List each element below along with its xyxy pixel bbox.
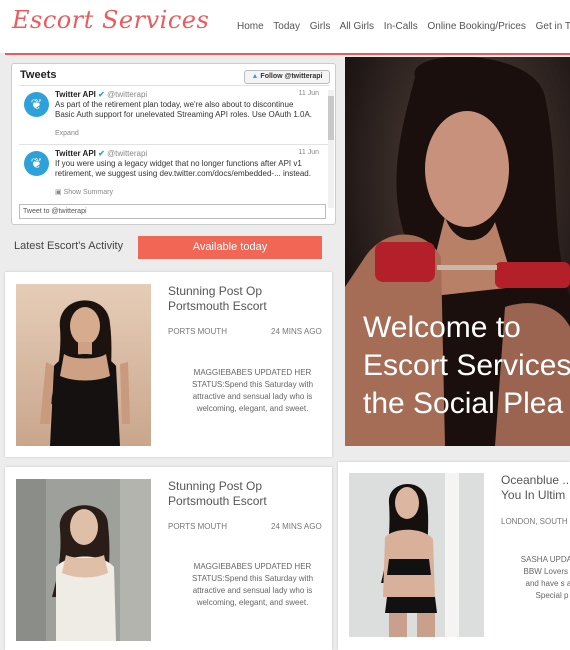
hero-heading: Welcome to Escort Services the Social Pl… [363, 309, 570, 423]
tweet-date[interactable]: 11 Jun [299, 149, 320, 156]
tweets-title: Tweets [20, 69, 57, 81]
card-status: MAGGIEBABES UPDATED HER STATUS:Spend thi… [191, 368, 314, 413]
escort-photo[interactable] [349, 473, 484, 637]
card-location: PORTS MOUTH [168, 327, 227, 336]
nav-get-in-touch[interactable]: Get in Touch [536, 21, 570, 32]
site-logo[interactable]: Escort Services [12, 6, 209, 34]
tweet-text: As part of the retirement plan today, we… [55, 100, 313, 119]
escort-card[interactable]: Oceanblue ... You In Ultim LONDON, SOUTH… [338, 462, 570, 650]
nav-girls[interactable]: Girls [310, 21, 331, 32]
twitter-widget: Tweets ▲ Follow @twitterapi ❦ Twitter AP… [11, 63, 336, 225]
card-location: LONDON, SOUTH [501, 517, 568, 526]
twitter-bird-icon: ▲ [251, 73, 259, 80]
hero-banner[interactable]: Welcome to Escort Services the Social Pl… [345, 57, 570, 446]
hero-line-1: Welcome to [363, 311, 521, 344]
escort-photo[interactable] [16, 479, 151, 641]
hero-line-3: the Social Plea [363, 387, 564, 420]
nav-home[interactable]: Home [237, 21, 264, 32]
twitter-bird-icon: ❦ [24, 92, 49, 117]
tweet-author[interactable]: Twitter API [55, 149, 96, 158]
main-nav: Home Today Girls All Girls In-Calls Onli… [237, 21, 570, 32]
escort-photo[interactable] [16, 284, 151, 446]
card-title[interactable]: Stunning Post Op Portsmouth Escort [168, 479, 318, 509]
tweet-handle[interactable]: @twitterapi [107, 149, 147, 158]
tweet-handle[interactable]: @twitterapi [107, 90, 147, 99]
escort-card[interactable]: Stunning Post Op Portsmouth Escort PORTS… [5, 467, 332, 650]
show-summary-label: Show Summary [63, 189, 113, 196]
activity-label: Latest Escort's Activity [14, 240, 124, 252]
twitter-bird-icon: ❦ [24, 151, 49, 176]
card-status: SASHA UPDAT you BBW Lovers CUM and have … [520, 555, 570, 600]
tweet-input[interactable]: Tweet to @twitterapi [19, 204, 326, 219]
card-time: 24 MINS AGO [271, 327, 322, 336]
show-summary-link[interactable]: ▣ Show Summary [55, 188, 113, 196]
site-header: Escort Services Home Today Girls All Gir… [0, 0, 570, 53]
nav-today[interactable]: Today [273, 21, 300, 32]
available-today-button[interactable]: Available today [138, 236, 322, 259]
tweet-item[interactable]: ❦ Twitter API ✔ @twitterapi 11 Jun As pa… [19, 85, 329, 142]
follow-button[interactable]: ▲ Follow @twitterapi [244, 70, 330, 84]
expand-link[interactable]: Expand [55, 130, 79, 137]
card-time: 24 MINS AGO [271, 522, 322, 531]
nav-online-booking[interactable]: Online Booking/Prices [427, 21, 525, 32]
escort-card[interactable]: Stunning Post Op Portsmouth Escort PORTS… [5, 272, 332, 457]
header-divider [5, 53, 570, 55]
verified-icon: ✔ [98, 149, 105, 158]
tweet-item[interactable]: ❦ Twitter API ✔ @twitterapi 11 Jun If yo… [19, 144, 329, 201]
summary-icon: ▣ [55, 189, 62, 196]
card-location: PORTS MOUTH [168, 522, 227, 531]
verified-icon: ✔ [98, 90, 105, 99]
tweet-text: If you were using a legacy widget that n… [55, 159, 311, 178]
nav-all-girls[interactable]: All Girls [340, 21, 374, 32]
nav-in-calls[interactable]: In-Calls [384, 21, 418, 32]
card-status: MAGGIEBABES UPDATED HER STATUS:Spend thi… [191, 562, 314, 607]
tweet-date[interactable]: 11 Jun [299, 90, 320, 97]
tweet-author[interactable]: Twitter API [55, 90, 96, 99]
card-title[interactable]: Stunning Post Op Portsmouth Escort [168, 284, 318, 314]
follow-label: Follow @twitterapi [260, 73, 323, 80]
hero-line-2: Escort Services [363, 349, 570, 382]
card-title[interactable]: Oceanblue ... You In Ultim [501, 473, 570, 503]
scrollbar-thumb[interactable] [328, 96, 334, 140]
